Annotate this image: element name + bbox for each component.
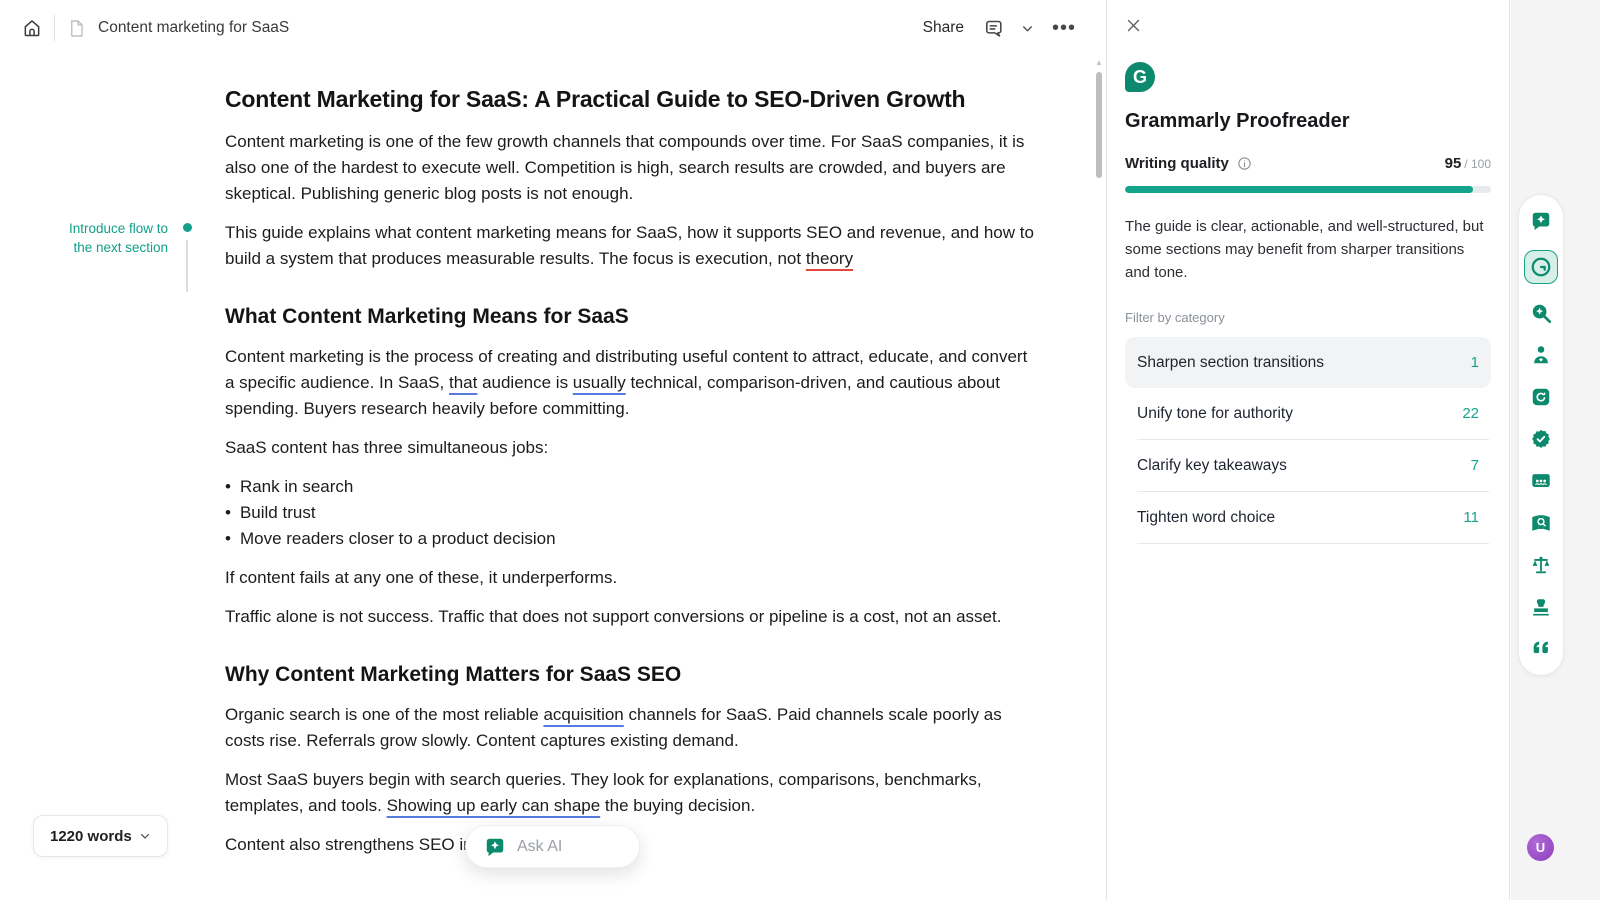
document-body: Content Marketing for SaaS: A Practical … (225, 56, 1040, 858)
breadcrumb-title: Content marketing for SaaS (98, 19, 289, 37)
paragraph: SaaS content has three simultaneous jobs… (225, 435, 1040, 461)
header-divider (54, 15, 55, 41)
quality-progress-track (1125, 186, 1491, 193)
divider (1137, 543, 1489, 544)
margin-comment[interactable]: Introduce flow to the next section (62, 219, 168, 257)
paragraph: Content marketing is the process of crea… (225, 344, 1040, 422)
panel-title: Grammarly Proofreader (1125, 110, 1491, 133)
paragraph: Traffic alone is not success. Traffic th… (225, 604, 1040, 630)
quality-score: 95/ 100 (1445, 155, 1491, 172)
category-count: 22 (1462, 405, 1479, 422)
bottom-fade (0, 882, 1106, 900)
stamp-icon[interactable] (1528, 594, 1554, 620)
paragraph: This guide explains what content marketi… (225, 220, 1040, 272)
panel-summary: The guide is clear, actionable, and well… (1125, 215, 1491, 284)
list-item: Move readers closer to a product decisio… (225, 526, 1040, 552)
quality-score-max: / 100 (1464, 157, 1491, 171)
category-count: 11 (1463, 509, 1479, 526)
page-icon (67, 19, 86, 38)
ai-comment-icon[interactable] (1528, 208, 1554, 234)
text-segment: If content fails at any one of these, it… (225, 568, 617, 587)
filter-by-category-label: Filter by category (1125, 310, 1491, 325)
bullet-list: Rank in search Build trust Move readers … (225, 474, 1040, 552)
suggestion-underline-blue[interactable]: that (449, 373, 477, 392)
grammarly-icon[interactable] (1524, 250, 1558, 284)
margin-comment-line2: the next section (62, 238, 168, 257)
category-list: Sharpen section transitions 1 Unify tone… (1125, 337, 1491, 544)
text-segment: audience is (477, 373, 572, 392)
citations-icon[interactable] (1528, 636, 1554, 662)
text-segment: This guide explains what content marketi… (225, 223, 1034, 268)
quality-badge-icon[interactable] (1528, 426, 1554, 452)
category-count: 1 (1471, 354, 1479, 371)
text-segment: SaaS content has three simultaneous jobs… (225, 438, 548, 457)
doc-h1: Content Marketing for SaaS: A Practical … (225, 86, 1040, 113)
paragraph: Most SaaS buyers begin with search queri… (225, 767, 1040, 819)
ai-search-icon[interactable] (1528, 300, 1554, 326)
scroll-up-arrow[interactable]: ▲ (1095, 58, 1103, 67)
paragraph: Content marketing is one of the few grow… (225, 129, 1040, 207)
comment-dot[interactable] (183, 223, 192, 232)
ai-sparkle-bubble-icon (484, 836, 506, 858)
word-count-button[interactable]: 1220 words (33, 815, 168, 857)
margin-comment-line1: Introduce flow to (62, 219, 168, 238)
home-icon[interactable] (22, 18, 42, 38)
ask-ai-placeholder: Ask AI (517, 838, 562, 856)
paragraph: If content fails at any one of these, it… (225, 565, 1040, 591)
share-button[interactable]: Share (923, 19, 964, 37)
grammarly-logo: G (1125, 62, 1155, 92)
category-count: 7 (1471, 457, 1479, 474)
research-icon[interactable] (1528, 510, 1554, 536)
app-icon-rail (1518, 194, 1564, 676)
document-area: Content marketing for SaaS Share ••• Con… (0, 0, 1107, 900)
user-avatar[interactable]: U (1527, 834, 1554, 861)
quality-progress-fill (1125, 186, 1473, 193)
writing-quality-label: Writing quality (1125, 155, 1229, 172)
person-heart-icon[interactable] (1528, 342, 1554, 368)
text-segment: Content marketing is one of the few grow… (225, 132, 1024, 203)
document-scrollbar[interactable] (1096, 72, 1102, 178)
category-item-unify-tone[interactable]: Unify tone for authority 22 (1125, 388, 1491, 439)
text-segment: the buying decision. (600, 796, 755, 815)
paragraph: Organic search is one of the most reliab… (225, 702, 1040, 754)
legal-scales-icon[interactable] (1528, 552, 1554, 578)
document-header: Content marketing for SaaS Share ••• (0, 0, 1106, 56)
suggestion-underline-red[interactable]: theory (806, 249, 853, 268)
chevron-down-icon[interactable] (1021, 22, 1034, 35)
comments-icon[interactable] (982, 18, 1003, 39)
more-options-button[interactable]: ••• (1052, 18, 1076, 38)
word-count-value: 1220 words (50, 828, 132, 845)
list-item: Build trust (225, 500, 1040, 526)
ask-ai-input[interactable]: Ask AI (465, 825, 640, 868)
suggestion-underline-blue[interactable]: Showing up early can shape (387, 796, 601, 815)
category-item-tighten-word-choice[interactable]: Tighten word choice 11 (1125, 492, 1491, 543)
category-item-clarify-takeaways[interactable]: Clarify key takeaways 7 (1125, 440, 1491, 491)
rewrite-icon[interactable] (1528, 384, 1554, 410)
grammarly-panel: G Grammarly Proofreader Writing quality … (1107, 0, 1510, 900)
suggestion-underline-blue[interactable]: usually (573, 373, 626, 392)
comment-connector-line (186, 240, 188, 292)
text-segment: Organic search is one of the most reliab… (225, 705, 543, 724)
list-item: Rank in search (225, 474, 1040, 500)
presentation-audience-icon[interactable] (1528, 468, 1554, 494)
doc-h2-what: What Content Marketing Means for SaaS (225, 305, 1040, 329)
info-icon[interactable] (1237, 156, 1252, 171)
doc-h2-why: Why Content Marketing Matters for SaaS S… (225, 663, 1040, 687)
text-segment: Traffic alone is not success. Traffic th… (225, 607, 1001, 626)
suggestion-underline-blue[interactable]: acquisition (543, 705, 623, 724)
right-rail-strip: U (1511, 0, 1600, 900)
word-count-chevron-icon (139, 830, 151, 842)
category-item-sharpen-transitions[interactable]: Sharpen section transitions 1 (1125, 337, 1491, 388)
close-panel-icon[interactable] (1125, 17, 1143, 34)
